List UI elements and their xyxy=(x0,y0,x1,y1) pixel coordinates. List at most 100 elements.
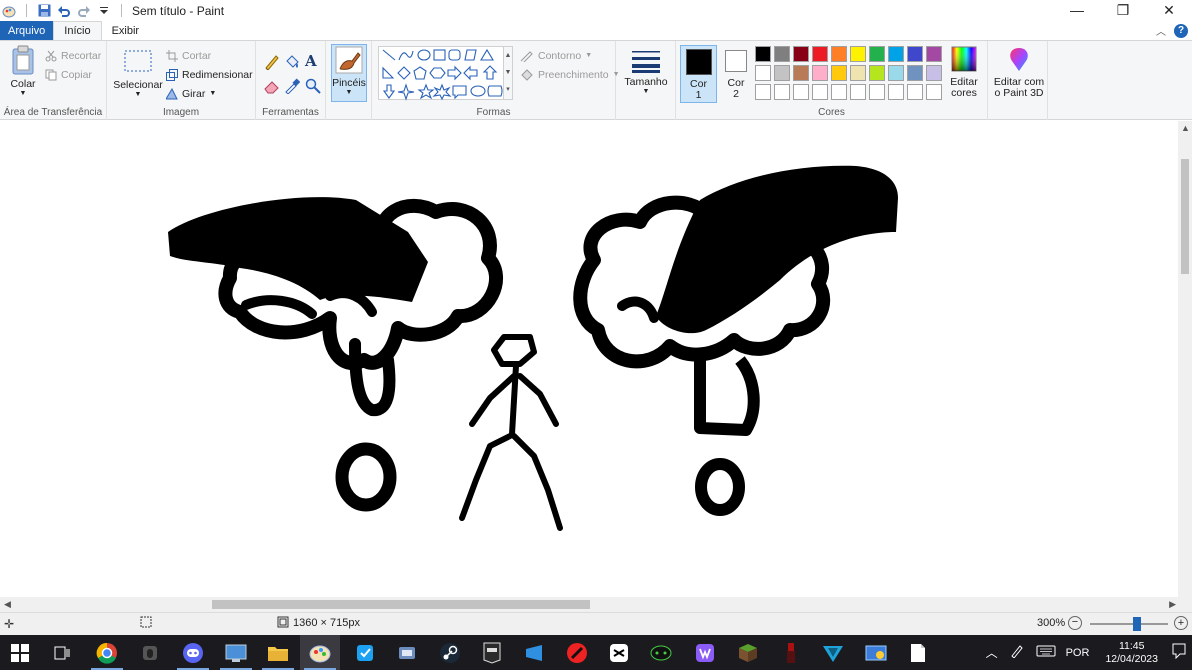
color-swatch[interactable] xyxy=(869,84,885,100)
color-swatch[interactable] xyxy=(831,46,847,62)
color-swatch[interactable] xyxy=(812,46,828,62)
taskbar-file[interactable] xyxy=(898,635,938,670)
pen-icon[interactable] xyxy=(1010,644,1024,661)
color-swatch[interactable] xyxy=(907,84,923,100)
tab-file[interactable]: Arquivo xyxy=(0,21,54,40)
clock[interactable]: 11:45 12/04/2023 xyxy=(1105,640,1158,666)
color-picker-icon[interactable] xyxy=(284,78,300,94)
fill-bucket-icon[interactable] xyxy=(284,54,300,70)
zoom-slider-thumb[interactable] xyxy=(1133,617,1141,631)
color2-button[interactable]: Cor 2 xyxy=(719,45,753,103)
zoom-out-icon[interactable]: − xyxy=(1068,616,1082,630)
taskbar-app[interactable] xyxy=(813,635,853,670)
customize-quick-access-icon[interactable] xyxy=(97,4,111,18)
taskbar-minecraft[interactable] xyxy=(728,635,768,670)
chevron-up-icon[interactable]: ︿ xyxy=(986,644,998,661)
shapes-scroll[interactable]: ▲ ▼ ▾ xyxy=(503,46,513,100)
start-button[interactable] xyxy=(0,635,40,670)
color-swatch[interactable] xyxy=(774,84,790,100)
fill-button[interactable]: Preenchimento ▼ xyxy=(520,65,620,84)
canvas-drawing[interactable] xyxy=(0,121,1178,597)
collapse-ribbon-icon[interactable]: ︿ xyxy=(1156,23,1166,38)
taskbar-file-explorer[interactable] xyxy=(258,635,298,670)
color-swatch[interactable] xyxy=(907,65,923,81)
copy-button[interactable]: Copiar xyxy=(45,65,101,84)
taskbar-chrome[interactable] xyxy=(87,635,127,670)
cut-button[interactable]: Recortar xyxy=(45,46,101,65)
color-swatch[interactable] xyxy=(869,65,885,81)
color-swatch[interactable] xyxy=(850,65,866,81)
taskbar-app[interactable] xyxy=(856,635,896,670)
horizontal-scrollbar[interactable]: ◀ ▶ xyxy=(0,597,1192,612)
color-swatch[interactable] xyxy=(888,84,904,100)
color-swatch[interactable] xyxy=(793,84,809,100)
taskbar-app[interactable] xyxy=(387,635,427,670)
color-swatch[interactable] xyxy=(793,46,809,62)
vertical-scrollbar[interactable]: ▲ xyxy=(1178,121,1192,597)
color1-button[interactable]: Cor 1 xyxy=(680,45,717,103)
taskbar-steam[interactable] xyxy=(430,635,470,670)
language-indicator[interactable]: POR xyxy=(1066,647,1090,659)
close-button[interactable]: ✕ xyxy=(1146,0,1192,20)
tab-home[interactable]: Início xyxy=(53,21,102,40)
scroll-left-icon[interactable]: ◀ xyxy=(4,599,11,610)
color-swatch[interactable] xyxy=(907,46,923,62)
color-swatch[interactable] xyxy=(831,65,847,81)
taskbar-desktop-app[interactable] xyxy=(216,635,256,670)
rotate-button[interactable]: Girar ▼ xyxy=(166,84,253,103)
taskbar-app[interactable] xyxy=(130,635,170,670)
scroll-right-icon[interactable]: ▶ xyxy=(1169,599,1176,610)
taskbar-app[interactable] xyxy=(514,635,554,670)
taskbar-discord[interactable] xyxy=(173,635,213,670)
color-swatch[interactable] xyxy=(850,46,866,62)
paint-app-icon[interactable] xyxy=(2,4,16,18)
select-button[interactable]: Selecionar ▼ xyxy=(113,49,163,99)
color-swatch[interactable] xyxy=(888,46,904,62)
color-swatch[interactable] xyxy=(926,84,942,100)
eraser-icon[interactable] xyxy=(264,78,280,94)
tab-view[interactable]: Exibir xyxy=(102,21,150,40)
magnifier-icon[interactable] xyxy=(305,78,321,94)
color-swatch[interactable] xyxy=(812,65,828,81)
redo-icon[interactable] xyxy=(77,4,91,18)
keyboard-icon[interactable] xyxy=(1036,645,1056,660)
color-swatch[interactable] xyxy=(755,46,771,62)
color-swatch[interactable] xyxy=(812,84,828,100)
scroll-up-icon[interactable]: ▲ xyxy=(1181,123,1190,133)
taskbar-epic-games[interactable] xyxy=(472,635,512,670)
task-view-button[interactable] xyxy=(42,635,82,670)
color-swatch[interactable] xyxy=(755,65,771,81)
color-swatch[interactable] xyxy=(774,65,790,81)
notifications-icon[interactable] xyxy=(1172,643,1186,662)
taskbar-app[interactable] xyxy=(685,635,725,670)
outline-button[interactable]: Contorno ▼ xyxy=(520,46,620,65)
taskbar-capcut[interactable] xyxy=(599,635,639,670)
color-swatch[interactable] xyxy=(793,65,809,81)
help-icon[interactable]: ? xyxy=(1174,23,1188,38)
taskbar-app[interactable] xyxy=(557,635,597,670)
zoom-in-icon[interactable]: + xyxy=(1174,616,1188,630)
restore-button[interactable]: ❐ xyxy=(1100,0,1146,20)
taskbar-app[interactable] xyxy=(771,635,811,670)
color-swatch[interactable] xyxy=(850,84,866,100)
save-icon[interactable] xyxy=(37,4,51,18)
color-swatch[interactable] xyxy=(926,46,942,62)
taskbar-app[interactable] xyxy=(641,635,681,670)
pencil-icon[interactable] xyxy=(264,54,280,70)
brushes-button[interactable]: Pincéis ▼ xyxy=(331,44,367,102)
color-swatch[interactable] xyxy=(869,46,885,62)
color-swatch[interactable] xyxy=(831,84,847,100)
color-swatch[interactable] xyxy=(926,65,942,81)
color-swatch[interactable] xyxy=(774,46,790,62)
edit-colors-button[interactable]: Editar cores xyxy=(944,46,984,99)
color-swatch[interactable] xyxy=(755,84,771,100)
taskbar-paint[interactable] xyxy=(300,635,340,670)
zoom-slider[interactable] xyxy=(1090,617,1168,631)
edit-with-paint3d-button[interactable]: Editar com o Paint 3D xyxy=(992,46,1046,99)
vertical-scroll-thumb[interactable] xyxy=(1181,159,1189,274)
color-swatch[interactable] xyxy=(888,65,904,81)
text-icon[interactable]: A xyxy=(305,52,321,70)
canvas-area[interactable] xyxy=(0,121,1178,597)
shapes-gallery[interactable] xyxy=(378,46,508,101)
taskbar-app[interactable] xyxy=(345,635,385,670)
